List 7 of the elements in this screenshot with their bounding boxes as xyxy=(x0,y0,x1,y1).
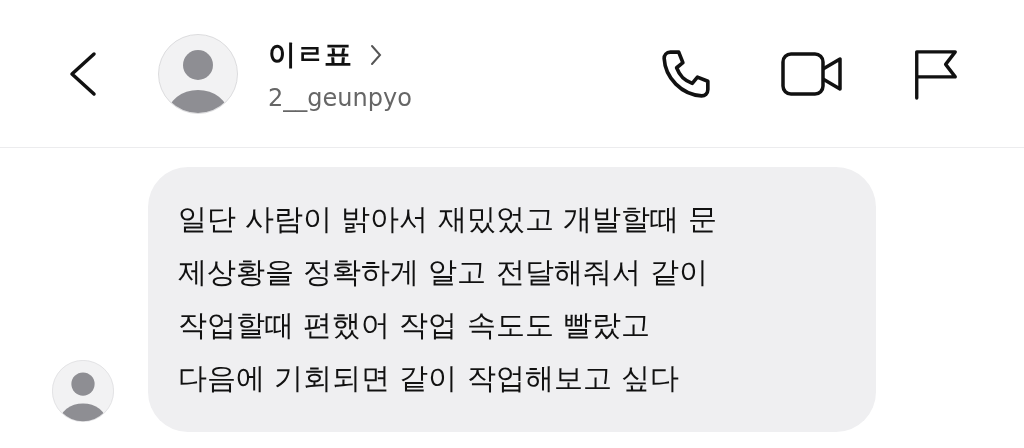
contact-name[interactable]: 이ㄹ표 xyxy=(268,35,352,74)
message-text: 일단 사람이 밝아서 재밌었고 개발할때 문 제상황을 정확하게 알고 전달해줘서 같이 작업할때 편했어 작업 속도도 빨랐고 다음에 기회되면 같이 작업해보고 싶다 xyxy=(178,201,719,397)
avatar-icon xyxy=(158,33,238,114)
chevron-icon[interactable] xyxy=(370,43,382,66)
avatar-icon xyxy=(52,360,114,422)
back-icon[interactable] xyxy=(68,50,98,97)
username: 2__geunpyo xyxy=(268,83,413,112)
